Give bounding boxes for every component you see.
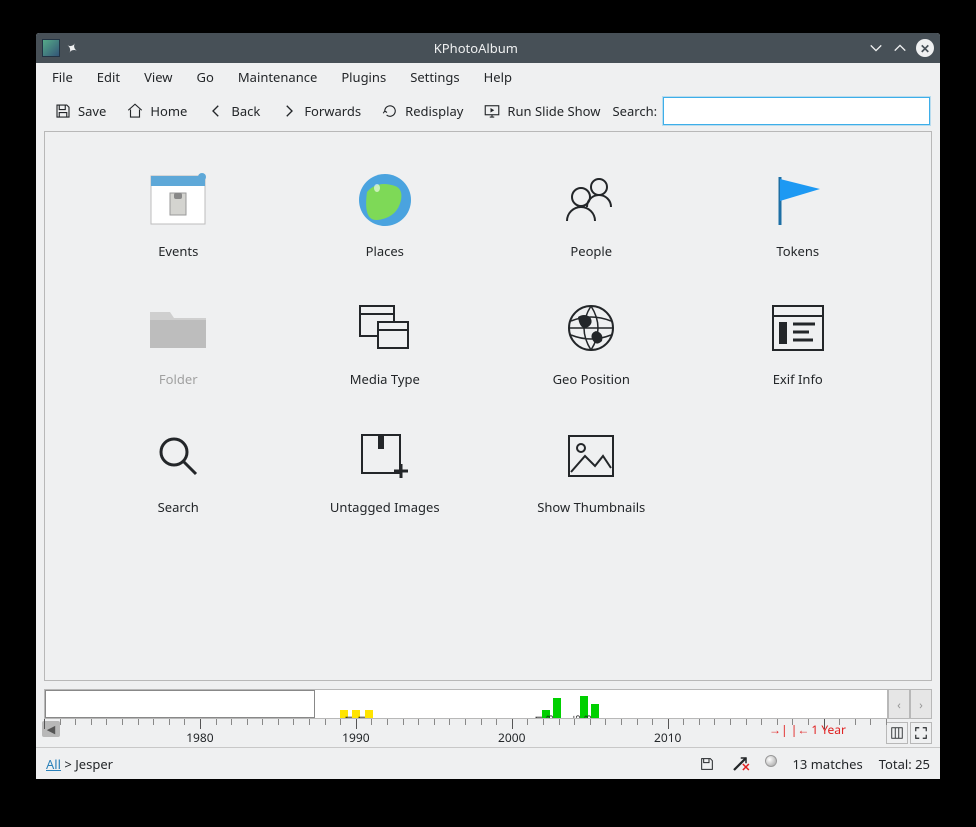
menu-plugins[interactable]: Plugins	[329, 64, 398, 90]
category-label: People	[570, 242, 612, 260]
axis-year-label: 2010	[654, 729, 681, 746]
timeline-handle[interactable]	[45, 690, 315, 718]
minimize-button[interactable]	[868, 40, 884, 56]
search-label: Search:	[613, 102, 658, 120]
toolbar: Save Home Back Forwards Redisplay Run Sl…	[36, 91, 940, 131]
status-matches: 13 matches	[793, 755, 863, 773]
category-people[interactable]: People	[488, 172, 695, 260]
category-exif-info[interactable]: Exif Info	[695, 300, 902, 388]
timeline[interactable]: 111353	[44, 689, 888, 719]
dirty-indicator-icon[interactable]: ✕	[731, 755, 749, 773]
search-icon	[148, 428, 208, 484]
axis-year-label: 1990	[342, 729, 369, 746]
axis-year-label: 1980	[186, 729, 213, 746]
category-label: Places	[366, 242, 404, 260]
search-input[interactable]	[663, 97, 930, 125]
home-icon	[126, 102, 144, 120]
timeline-axis-row: ◀ →| |← 1 Year 1980199020002010	[44, 719, 932, 747]
menu-help[interactable]: Help	[472, 64, 524, 90]
fullscreen-button[interactable]	[910, 722, 932, 744]
redisplay-button[interactable]: Redisplay	[373, 98, 471, 124]
untagged-icon	[355, 428, 415, 484]
save-button[interactable]: Save	[46, 98, 114, 124]
window-title: KPhotoAlbum	[84, 39, 868, 57]
category-search[interactable]: Search	[75, 428, 282, 516]
menu-view[interactable]: View	[132, 64, 184, 90]
category-folder: Folder	[75, 300, 282, 388]
category-label: Show Thumbnails	[537, 498, 645, 516]
category-label: Exif Info	[773, 370, 823, 388]
back-button[interactable]: Back	[199, 98, 268, 124]
timeline-row: 111353 ‹ ›	[44, 689, 932, 719]
pin-icon[interactable]: ✦	[62, 37, 82, 59]
category-tokens[interactable]: Tokens	[695, 172, 902, 260]
status-total: Total: 25	[879, 755, 930, 773]
forward-icon	[280, 102, 298, 120]
save-status-icon[interactable]	[699, 756, 715, 772]
globe-icon	[355, 172, 415, 228]
home-button[interactable]: Home	[118, 98, 195, 124]
exif-icon	[768, 300, 828, 356]
back-icon	[207, 102, 225, 120]
category-label: Folder	[159, 370, 198, 388]
breadcrumb-root[interactable]: All	[46, 755, 61, 773]
folder-icon	[148, 300, 208, 356]
range-indicator: →| |← 1 Year	[769, 721, 846, 738]
maximize-button[interactable]	[892, 40, 908, 56]
menu-edit[interactable]: Edit	[85, 64, 132, 90]
timeline-axis: ◀ →| |← 1 Year 1980199020002010	[44, 719, 886, 747]
slideshow-icon	[483, 102, 501, 120]
app-icon	[42, 39, 60, 57]
category-label: Media Type	[350, 370, 420, 388]
timeline-next-button[interactable]: ›	[910, 689, 932, 719]
slideshow-button[interactable]: Run Slide Show	[475, 98, 608, 124]
axis-year-label: 2000	[498, 729, 525, 746]
menubar: File Edit View Go Maintenance Plugins Se…	[36, 63, 940, 91]
flag-icon	[768, 172, 828, 228]
titlebar: ✦ KPhotoAlbum ✕	[36, 33, 940, 63]
forwards-button[interactable]: Forwards	[272, 98, 369, 124]
save-icon	[54, 102, 72, 120]
main-window: ✦ KPhotoAlbum ✕ File Edit View Go Mainte…	[36, 33, 940, 779]
category-label: Events	[158, 242, 198, 260]
events-icon	[148, 172, 208, 228]
menu-go[interactable]: Go	[185, 64, 226, 90]
thumbnails-icon	[561, 428, 621, 484]
category-browser: Events Places People Tokens Folder Media Type…	[44, 131, 932, 681]
zoom-fit-button[interactable]	[886, 722, 908, 744]
close-button[interactable]: ✕	[916, 39, 934, 57]
category-geo-position[interactable]: Geo Position	[488, 300, 695, 388]
category-label: Untagged Images	[330, 498, 440, 516]
category-places[interactable]: Places	[282, 172, 489, 260]
menu-settings[interactable]: Settings	[398, 64, 471, 90]
category-events[interactable]: Events	[75, 172, 282, 260]
activity-led	[765, 755, 777, 767]
people-icon	[561, 172, 621, 228]
timeline-prev-button[interactable]: ‹	[888, 689, 910, 719]
category-label: Tokens	[776, 242, 819, 260]
menu-maintenance[interactable]: Maintenance	[226, 64, 329, 90]
media-type-icon	[355, 300, 415, 356]
refresh-icon	[381, 102, 399, 120]
breadcrumb-current: Jesper	[75, 755, 113, 773]
menu-file[interactable]: File	[40, 64, 85, 90]
statusbar: All > Jesper ✕ 13 matches Total: 25	[36, 747, 940, 779]
category-label: Search	[158, 498, 199, 516]
globe-wire-icon	[561, 300, 621, 356]
breadcrumb: All > Jesper	[46, 755, 113, 773]
category-label: Geo Position	[553, 370, 630, 388]
category-untagged-images[interactable]: Untagged Images	[282, 428, 489, 516]
category-media-type[interactable]: Media Type	[282, 300, 489, 388]
category-show-thumbnails[interactable]: Show Thumbnails	[488, 428, 695, 516]
